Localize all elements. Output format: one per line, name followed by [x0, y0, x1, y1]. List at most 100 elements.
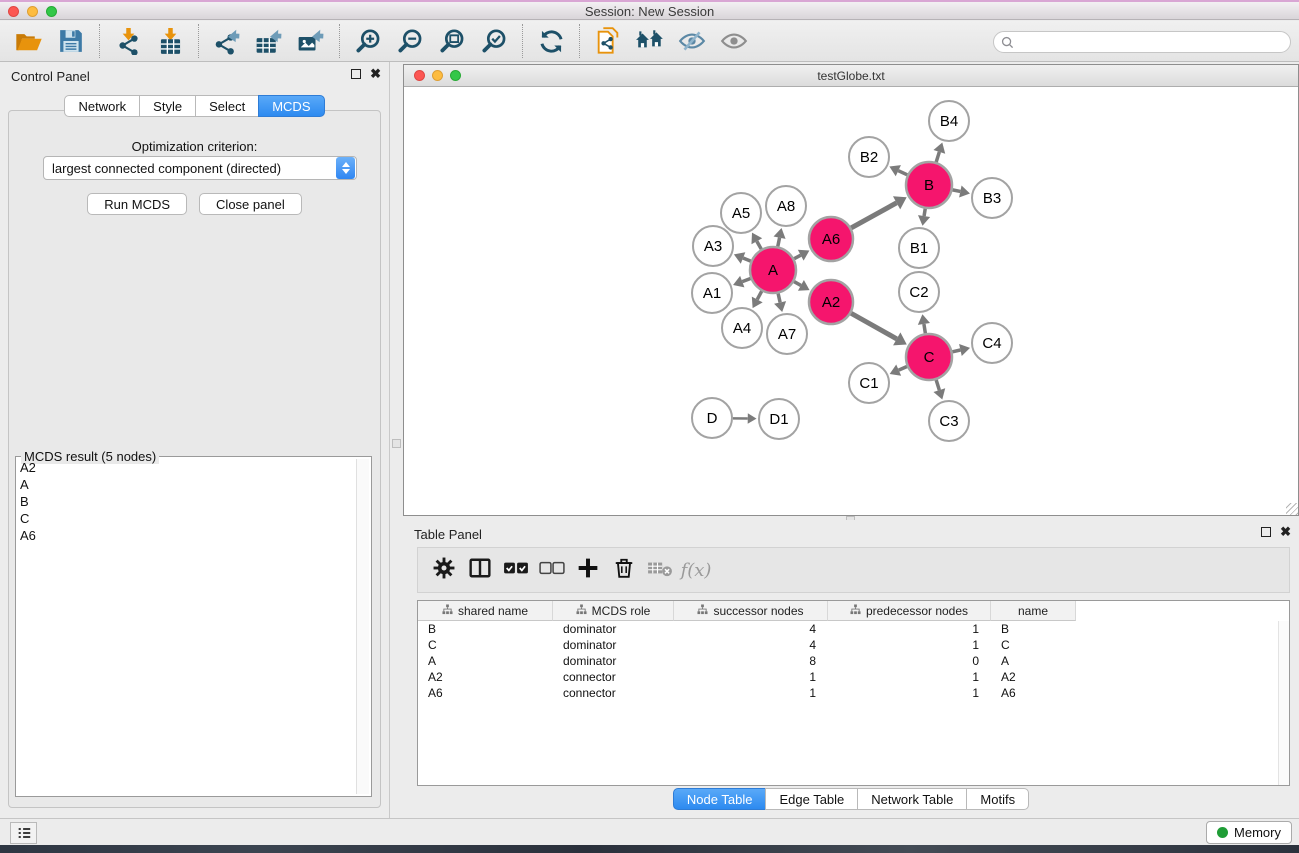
- first-neighbors-button[interactable]: [629, 23, 671, 59]
- refresh-layout-button[interactable]: [530, 23, 572, 59]
- graph-node-A8[interactable]: A8: [766, 186, 806, 226]
- export-table-button[interactable]: [248, 23, 290, 59]
- edge-A-A6[interactable]: [794, 250, 809, 261]
- graph-node-C[interactable]: C: [906, 334, 952, 380]
- vertical-divider-grip[interactable]: [392, 439, 401, 448]
- close-panel-button[interactable]: Close panel: [199, 193, 302, 215]
- table-cell[interactable]: connector: [553, 685, 674, 701]
- table-cell[interactable]: 1: [674, 685, 828, 701]
- graph-node-C4[interactable]: C4: [972, 323, 1012, 363]
- add-column-button[interactable]: [570, 552, 606, 588]
- table-close-panel-icon[interactable]: ✖: [1280, 527, 1291, 537]
- graph-node-C2[interactable]: C2: [899, 272, 939, 312]
- tab-edge-table[interactable]: Edge Table: [765, 788, 858, 810]
- edge-A-A4[interactable]: [752, 291, 763, 308]
- deselect-all-checkboxes-button[interactable]: [534, 552, 570, 588]
- table-row[interactable]: A2connector11A2: [418, 669, 1289, 685]
- graph-node-A5[interactable]: A5: [721, 193, 761, 233]
- zoom-selected-button[interactable]: [473, 23, 515, 59]
- table-cell[interactable]: 4: [674, 621, 828, 637]
- table-cell[interactable]: dominator: [553, 637, 674, 653]
- network-canvas[interactable]: AA1A2A3A4A5A6A7A8BB1B2B3B4CC1C2C3C4DD1: [405, 88, 1297, 514]
- graph-node-A7[interactable]: A7: [767, 314, 807, 354]
- edge-A-A1[interactable]: [733, 276, 750, 288]
- column-header-successor-nodes[interactable]: successor nodes: [674, 601, 828, 621]
- save-session-button[interactable]: [50, 23, 92, 59]
- mcds-result-item[interactable]: A: [18, 476, 355, 493]
- column-header-shared-name[interactable]: shared name: [418, 601, 553, 621]
- table-cell[interactable]: dominator: [553, 653, 674, 669]
- search-field[interactable]: [993, 31, 1291, 53]
- tab-mcds[interactable]: MCDS: [258, 95, 324, 117]
- edge-C-C1[interactable]: [890, 364, 907, 375]
- edge-A6-B[interactable]: [851, 196, 907, 228]
- mcds-result-item[interactable]: A6: [18, 527, 355, 544]
- table-float-panel-icon[interactable]: [1261, 527, 1271, 537]
- table-cell[interactable]: connector: [553, 669, 674, 685]
- task-history-button[interactable]: [10, 822, 37, 844]
- column-header-predecessor-nodes[interactable]: predecessor nodes: [828, 601, 991, 621]
- table-cell[interactable]: 8: [674, 653, 828, 669]
- graph-node-B1[interactable]: B1: [899, 228, 939, 268]
- table-row[interactable]: A6connector11A6: [418, 685, 1289, 701]
- table-row[interactable]: Cdominator41C: [418, 637, 1289, 653]
- import-network-button[interactable]: [107, 23, 149, 59]
- export-image-button[interactable]: [290, 23, 332, 59]
- network-resize-grip[interactable]: [1286, 503, 1298, 515]
- table-scrollbar[interactable]: [1278, 621, 1289, 785]
- table-cell[interactable]: 1: [674, 669, 828, 685]
- edge-A-A8[interactable]: [774, 228, 786, 246]
- zoom-fit-button[interactable]: [431, 23, 473, 59]
- mcds-result-scrollbar[interactable]: [356, 459, 369, 794]
- export-network-button[interactable]: [206, 23, 248, 59]
- table-cell[interactable]: B: [418, 621, 553, 637]
- table-row[interactable]: Bdominator41B: [418, 621, 1289, 637]
- table-cell[interactable]: A6: [991, 685, 1076, 701]
- tab-style[interactable]: Style: [139, 95, 196, 117]
- graph-node-A[interactable]: A: [750, 247, 796, 293]
- new-network-from-selection-button[interactable]: [587, 23, 629, 59]
- mcds-result-item[interactable]: B: [18, 493, 355, 510]
- table-cell[interactable]: A2: [418, 669, 553, 685]
- table-cell[interactable]: A6: [418, 685, 553, 701]
- hide-selected-button[interactable]: [671, 23, 713, 59]
- graph-node-D1[interactable]: D1: [759, 399, 799, 439]
- edge-D-D1[interactable]: [733, 413, 757, 423]
- graph-node-B4[interactable]: B4: [929, 101, 969, 141]
- tab-network[interactable]: Network: [64, 95, 140, 117]
- edge-B-B1[interactable]: [918, 209, 930, 226]
- tab-node-table[interactable]: Node Table: [673, 788, 767, 810]
- mcds-result-item[interactable]: C: [18, 510, 355, 527]
- table-cell[interactable]: C: [418, 637, 553, 653]
- table-cell[interactable]: dominator: [553, 621, 674, 637]
- table-cell[interactable]: A: [418, 653, 553, 669]
- graph-node-A2[interactable]: A2: [809, 280, 853, 324]
- edge-C-C4[interactable]: [952, 344, 970, 356]
- close-panel-icon[interactable]: ✖: [370, 69, 381, 79]
- tab-network-table[interactable]: Network Table: [857, 788, 967, 810]
- import-table-button[interactable]: [149, 23, 191, 59]
- edge-C-C2[interactable]: [918, 314, 930, 333]
- show-all-button[interactable]: [713, 23, 755, 59]
- table-cell[interactable]: A: [991, 653, 1076, 669]
- edge-A-A2[interactable]: [794, 280, 810, 291]
- table-cell[interactable]: 1: [828, 637, 991, 653]
- graph-node-C1[interactable]: C1: [849, 363, 889, 403]
- graph-node-B3[interactable]: B3: [972, 178, 1012, 218]
- select-all-checkboxes-button[interactable]: [498, 552, 534, 588]
- delete-column-button[interactable]: [606, 552, 642, 588]
- zoom-out-button[interactable]: [389, 23, 431, 59]
- edge-A-A3[interactable]: [734, 252, 751, 263]
- edge-B-B4[interactable]: [933, 142, 945, 162]
- table-row[interactable]: Adominator80A: [418, 653, 1289, 669]
- search-input[interactable]: [1018, 35, 1290, 49]
- table-cell[interactable]: 1: [828, 669, 991, 685]
- table-cell[interactable]: 1: [828, 685, 991, 701]
- column-header-MCDS-role[interactable]: MCDS role: [553, 601, 674, 621]
- open-file-button[interactable]: [8, 23, 50, 59]
- edge-C-C3[interactable]: [933, 380, 945, 400]
- criterion-dropdown[interactable]: largest connected component (directed): [43, 156, 357, 180]
- edge-A-A7[interactable]: [774, 293, 786, 312]
- table-cell[interactable]: 1: [828, 621, 991, 637]
- table-cell[interactable]: C: [991, 637, 1076, 653]
